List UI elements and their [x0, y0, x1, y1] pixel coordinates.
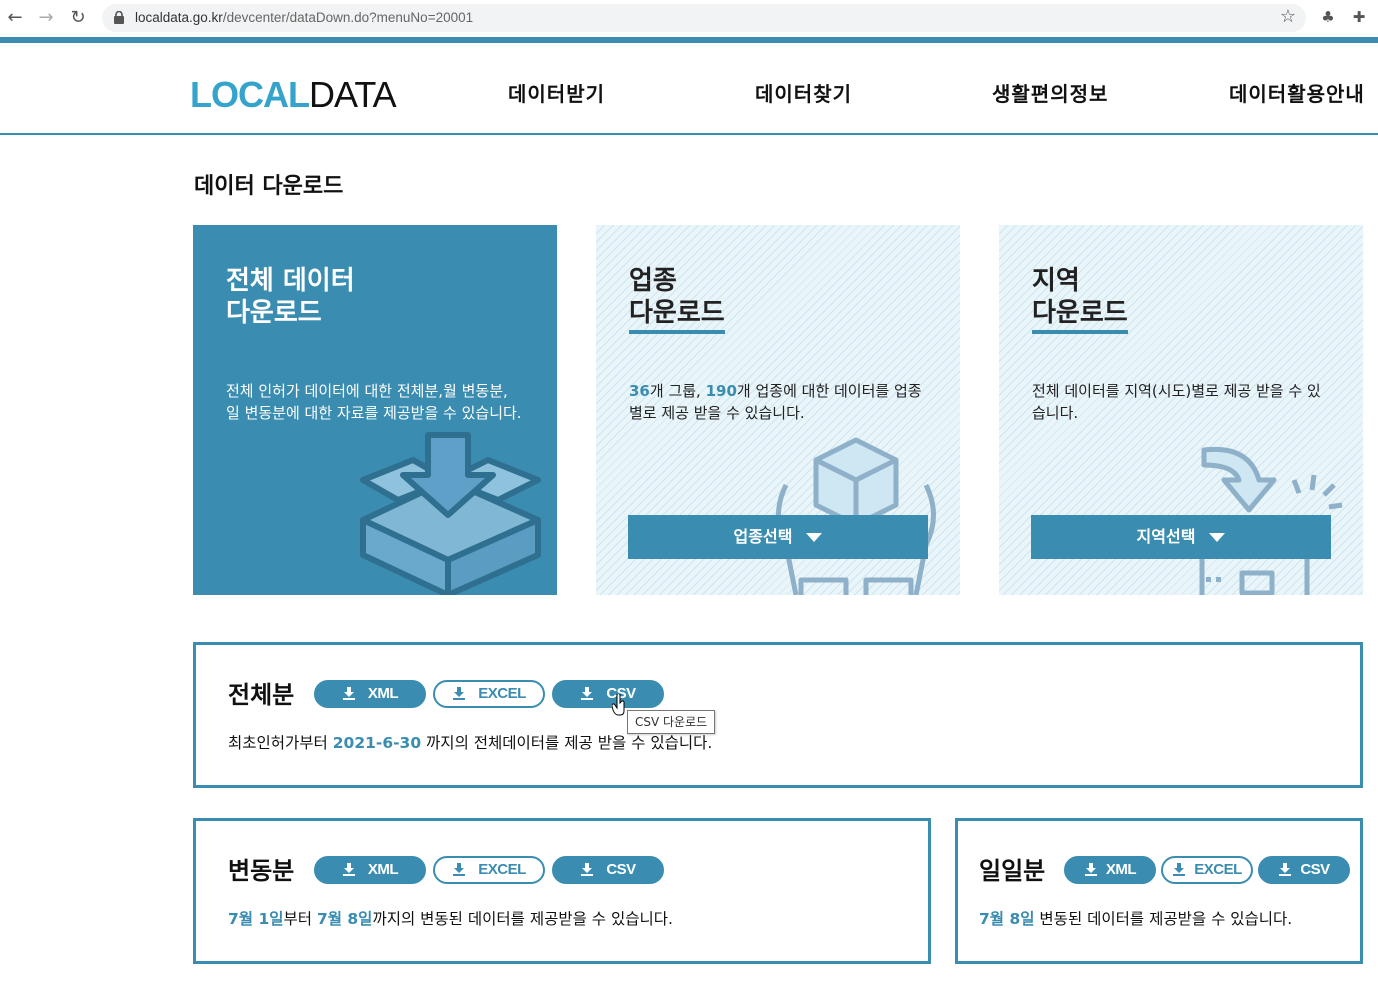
caret-down-icon [1209, 533, 1226, 542]
card-description: 전체 인허가 데이터에 대한 전체분,월 변동분, 일 변동분에 대한 자료를 … [226, 382, 522, 422]
download-icon [453, 687, 466, 700]
browser-toolbar: ← → ↻ localdata.go.kr/devcenter/dataDown… [0, 0, 1378, 37]
download-icon [453, 863, 466, 876]
box-title: 변동분 [228, 857, 295, 885]
change-xml-button[interactable]: XML [314, 856, 426, 884]
menu-item-data-receive[interactable]: 데이터받기 [508, 78, 605, 107]
download-icon [1279, 863, 1292, 876]
change-excel-button[interactable]: EXCEL [433, 856, 545, 884]
download-icon [1173, 863, 1186, 876]
download-icon [581, 687, 594, 700]
extension-icon[interactable]: ♣ [1318, 8, 1338, 28]
full-excel-button[interactable]: EXCEL [433, 680, 545, 708]
puzzle-icon[interactable]: ✚ [1349, 8, 1369, 28]
header-divider [0, 133, 1378, 135]
full-data-box: 전체분 XML EXCEL CSV 최초인허가부터 2021-6-30 까지의 … [193, 642, 1363, 788]
caret-down-icon [806, 533, 823, 542]
download-icon [342, 687, 355, 700]
url-text: localdata.go.kr/devcenter/dataDown.do?me… [135, 10, 474, 25]
daily-data-box: 일일분 XML EXCEL CSV 7월 8일 변동된 데이터를 제공받을 수 … [955, 818, 1363, 964]
full-csv-button[interactable]: CSV [552, 680, 664, 708]
change-csv-button[interactable]: CSV [552, 856, 664, 884]
daily-csv-button[interactable]: CSV [1258, 856, 1350, 884]
menu-item-living-info[interactable]: 생활편의정보 [992, 78, 1108, 107]
menu-item-data-find[interactable]: 데이터찾기 [755, 78, 852, 107]
card-title: 지역 다운로드 [1032, 265, 1128, 334]
change-data-box: 변동분 XML EXCEL CSV 7월 1일부터 7월 8일까지의 변동된 데… [193, 818, 931, 964]
download-icon [342, 863, 355, 876]
region-select-button[interactable]: 지역선택 [1031, 515, 1331, 559]
box-title: 전체분 [228, 681, 295, 709]
forward-arrow-icon[interactable]: → [35, 7, 57, 29]
box-title: 일일분 [979, 857, 1046, 885]
address-bar[interactable]: localdata.go.kr/devcenter/dataDown.do?me… [102, 4, 1306, 32]
back-arrow-icon[interactable]: ← [4, 7, 26, 29]
card-all-download[interactable]: 전체 데이터 다운로드 전체 인허가 데이터에 대한 전체분,월 변동분, 일 … [193, 225, 557, 595]
menu-item-usage-guide[interactable]: 데이터활용안내 [1229, 78, 1365, 107]
card-industry-download[interactable]: 업종 다운로드 36개 그룹, 190개 업종에 대한 데이터를 업종별로 제공… [596, 225, 960, 595]
card-title: 업종 다운로드 [629, 265, 725, 334]
daily-xml-button[interactable]: XML [1064, 856, 1156, 884]
lock-icon [114, 11, 124, 24]
download-icon [581, 863, 594, 876]
download-icon [1084, 863, 1097, 876]
change-description: 7월 1일부터 7월 8일까지의 변동된 데이터를 제공받을 수 있습니다. [228, 910, 673, 928]
daily-description: 7월 8일 변동된 데이터를 제공받을 수 있습니다. [979, 910, 1293, 928]
industry-select-button[interactable]: 업종선택 [628, 515, 928, 559]
hand-cursor-icon [612, 694, 625, 716]
daily-excel-button[interactable]: EXCEL [1161, 856, 1253, 884]
box-download-icon [360, 432, 541, 595]
site-logo[interactable]: LOCALDATA [190, 74, 397, 116]
bookmark-star-icon[interactable]: ☆ [1280, 6, 1296, 27]
reload-icon[interactable]: ↻ [67, 7, 89, 29]
page-title: 데이터 다운로드 [194, 174, 344, 199]
csv-tooltip: CSV 다운로드 [627, 710, 716, 734]
full-xml-button[interactable]: XML [314, 680, 426, 708]
top-accent-bar [0, 37, 1378, 43]
full-description: 최초인허가부터 2021-6-30 까지의 전체데이터를 제공 받을 수 있습니… [228, 734, 713, 752]
card-title: 전체 데이터 다운로드 [226, 266, 355, 328]
card-description: 36개 그룹, 190개 업종에 대한 데이터를 업종별로 제공 받을 수 있습… [629, 382, 922, 422]
card-region-download[interactable]: 지역 다운로드 전체 데이터를 지역(시도)별로 제공 받을 수 있습니다. 지… [999, 225, 1363, 595]
card-description: 전체 데이터를 지역(시도)별로 제공 받을 수 있습니다. [1032, 382, 1321, 422]
